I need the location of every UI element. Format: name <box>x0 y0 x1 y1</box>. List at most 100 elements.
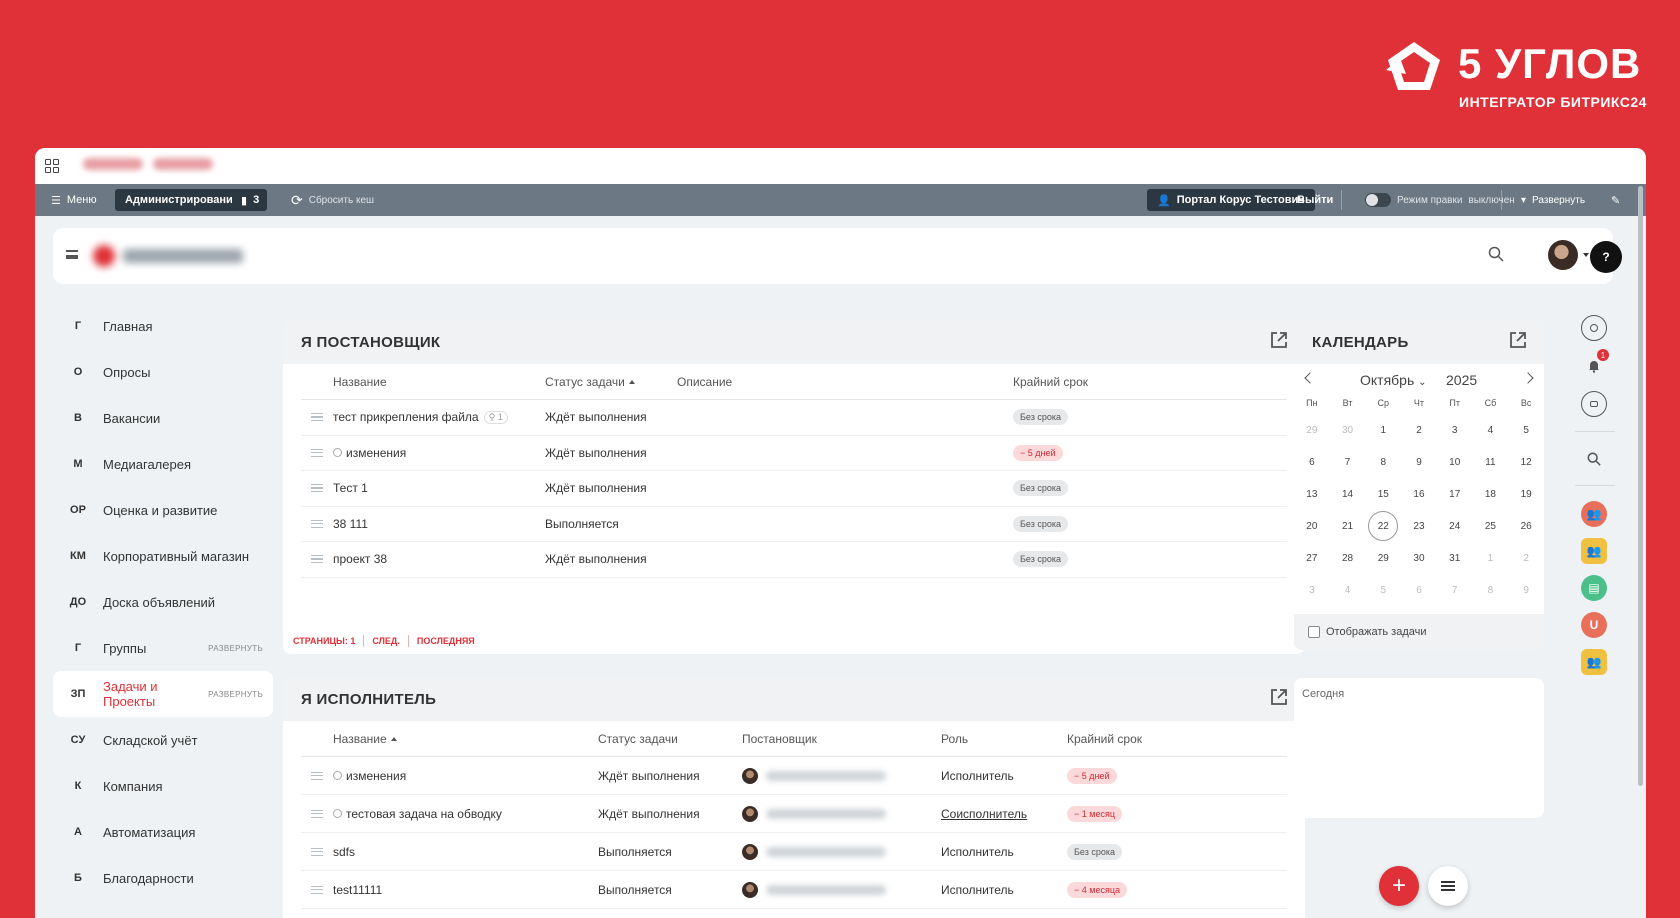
sidebar-item-shop[interactable]: КМ Корпоративный магазин <box>53 533 273 579</box>
month-select[interactable]: Октябрь ⌄ <box>1360 372 1427 388</box>
calendar-day[interactable]: 29 <box>1294 414 1330 446</box>
sidebar-item-thanks[interactable]: Б Благодарности <box>53 855 273 901</box>
calendar-day[interactable]: 25 <box>1473 510 1509 542</box>
drag-handle-icon[interactable] <box>311 484 323 493</box>
drag-handle-icon[interactable] <box>311 448 323 457</box>
table-row[interactable]: Тест 1 Ждёт выполнения Без срока <box>301 471 1287 507</box>
expand-subtasks-icon[interactable] <box>333 809 342 818</box>
sidebar-item-automation[interactable]: А Автоматизация <box>53 809 273 855</box>
calendar-day[interactable]: 18 <box>1473 478 1509 510</box>
logout-link[interactable]: Выйти <box>1297 184 1333 216</box>
task-name[interactable]: проект 38 <box>333 542 387 577</box>
toggle-switch[interactable] <box>1365 193 1391 207</box>
calendar-day[interactable]: 24 <box>1437 510 1473 542</box>
calendar-day[interactable]: 7 <box>1437 574 1473 606</box>
help-button[interactable]: ? <box>1590 241 1622 273</box>
table-row[interactable]: изменения Ждёт выполнения − 5 дней <box>301 436 1287 471</box>
reset-cache-button[interactable]: ⟳ Сбросить кеш <box>291 184 374 216</box>
menu-fab-button[interactable] <box>1428 866 1468 906</box>
calendar-day[interactable]: 26 <box>1508 510 1544 542</box>
calendar-day[interactable]: 13 <box>1294 478 1330 510</box>
bell-icon[interactable]: 1 <box>1581 349 1609 379</box>
calendar-day[interactable]: 22 <box>1365 510 1401 542</box>
calendar-day[interactable]: 4 <box>1330 574 1366 606</box>
sidebar-item-home[interactable]: Г Главная <box>53 303 273 349</box>
task-name[interactable]: изменения <box>346 769 406 783</box>
calendar-day[interactable]: 7 <box>1330 446 1366 478</box>
drag-handle-icon[interactable] <box>311 555 323 564</box>
hamburger-icon[interactable] <box>66 250 78 259</box>
expand-button[interactable]: ▾ Развернуть <box>1521 184 1585 216</box>
group-avatar-icon[interactable]: 👥 <box>1581 649 1607 675</box>
calendar-day[interactable]: 12 <box>1508 446 1544 478</box>
sidebar-item-tasks[interactable]: ЗП Задачи и Проекты РАЗВЕРНУТЬ <box>53 671 273 717</box>
table-row[interactable]: 38 111 Выполняется Без срока <box>301 507 1287 542</box>
sidebar-item-media[interactable]: М Медиагалерея <box>53 441 273 487</box>
calendar-day[interactable]: 23 <box>1401 510 1437 542</box>
drag-handle-icon[interactable] <box>311 519 323 528</box>
task-name[interactable]: тест прикрепления файла <box>333 410 479 424</box>
calendar-day[interactable]: 20 <box>1294 510 1330 542</box>
table-row[interactable]: sdfs Выполняется Исполнитель Без срока <box>301 833 1287 871</box>
administration-button[interactable]: Администрирование <box>115 189 249 211</box>
sidebar-item-evaluation[interactable]: ОР Оценка и развитие <box>53 487 273 533</box>
column-status[interactable]: Статус задачи <box>598 721 678 756</box>
calendar-day[interactable]: 6 <box>1294 446 1330 478</box>
chevron-right-icon[interactable] <box>1522 372 1534 384</box>
open-external-icon[interactable] <box>1269 687 1289 707</box>
open-external-icon[interactable] <box>1269 330 1289 350</box>
calendar-day[interactable]: 2 <box>1508 542 1544 574</box>
sidebar-item-vacancies[interactable]: В Вакансии <box>53 395 273 441</box>
calendar-day[interactable]: 3 <box>1294 574 1330 606</box>
pager-next[interactable]: СЛЕД. <box>372 636 400 646</box>
column-name[interactable]: Название <box>333 364 387 399</box>
table-row[interactable]: проект 38 Ждёт выполнения Без срока <box>301 542 1287 578</box>
calendar-day[interactable]: 9 <box>1401 446 1437 478</box>
table-row[interactable]: тестовая задача на обводку Ждёт выполнен… <box>301 795 1287 833</box>
calendar-day[interactable]: 31 <box>1437 542 1473 574</box>
target-icon[interactable] <box>1581 315 1607 341</box>
task-name[interactable]: Тест 1 <box>333 471 368 506</box>
search-icon[interactable] <box>1581 446 1607 472</box>
calendar-day[interactable]: 28 <box>1330 542 1366 574</box>
calendar-day[interactable]: 6 <box>1401 574 1437 606</box>
task-name[interactable]: test11111 <box>333 871 382 908</box>
column-deadline[interactable]: Крайний срок <box>1067 721 1142 756</box>
drag-handle-icon[interactable] <box>311 413 323 422</box>
table-row[interactable]: test11111 Выполняется Исполнитель − 4 ме… <box>301 871 1287 909</box>
calendar-day[interactable]: 21 <box>1330 510 1366 542</box>
scrollbar[interactable] <box>1638 186 1643 786</box>
notes-counter-button[interactable]: ▮ 3 <box>233 189 268 211</box>
pager-last[interactable]: ПОСЛЕДНЯЯ <box>417 636 475 646</box>
calendar-day[interactable]: 1 <box>1473 542 1509 574</box>
calendar-day[interactable]: 29 <box>1365 542 1401 574</box>
drag-handle-icon[interactable] <box>311 885 323 894</box>
column-name[interactable]: Название <box>333 721 397 756</box>
show-tasks-checkbox[interactable] <box>1308 626 1320 638</box>
calendar-day[interactable]: 1 <box>1365 414 1401 446</box>
calendar-day[interactable]: 30 <box>1330 414 1366 446</box>
calendar-day[interactable]: 15 <box>1365 478 1401 510</box>
calendar-day[interactable]: 4 <box>1473 414 1509 446</box>
calendar-day[interactable]: 8 <box>1365 446 1401 478</box>
drag-handle-icon[interactable] <box>311 809 323 818</box>
sidebar-expand-link[interactable]: РАЗВЕРНУТЬ <box>208 690 263 699</box>
calendar-day[interactable]: 11 <box>1473 446 1509 478</box>
column-status[interactable]: Статус задачи <box>545 364 635 399</box>
document-avatar-icon[interactable]: ▤ <box>1581 575 1607 601</box>
expand-subtasks-icon[interactable] <box>333 771 342 780</box>
user-initial-avatar[interactable]: U <box>1581 612 1607 638</box>
group-avatar-icon[interactable]: 👥 <box>1581 501 1607 527</box>
column-description[interactable]: Описание <box>677 364 732 399</box>
task-name[interactable]: тестовая задача на обводку <box>346 807 502 821</box>
user-avatar[interactable] <box>1548 240 1578 270</box>
menu-button[interactable]: ☰ Меню <box>51 184 97 216</box>
calendar-day[interactable]: 27 <box>1294 542 1330 574</box>
calendar-day[interactable]: 2 <box>1401 414 1437 446</box>
apps-grid-icon[interactable] <box>45 159 59 173</box>
open-external-icon[interactable] <box>1508 330 1528 350</box>
year-label[interactable]: 2025 <box>1446 372 1477 388</box>
task-name[interactable]: изменения <box>346 446 406 460</box>
calendar-day[interactable]: 5 <box>1365 574 1401 606</box>
table-row[interactable]: изменения Ждёт выполнения Исполнитель − … <box>301 757 1287 795</box>
